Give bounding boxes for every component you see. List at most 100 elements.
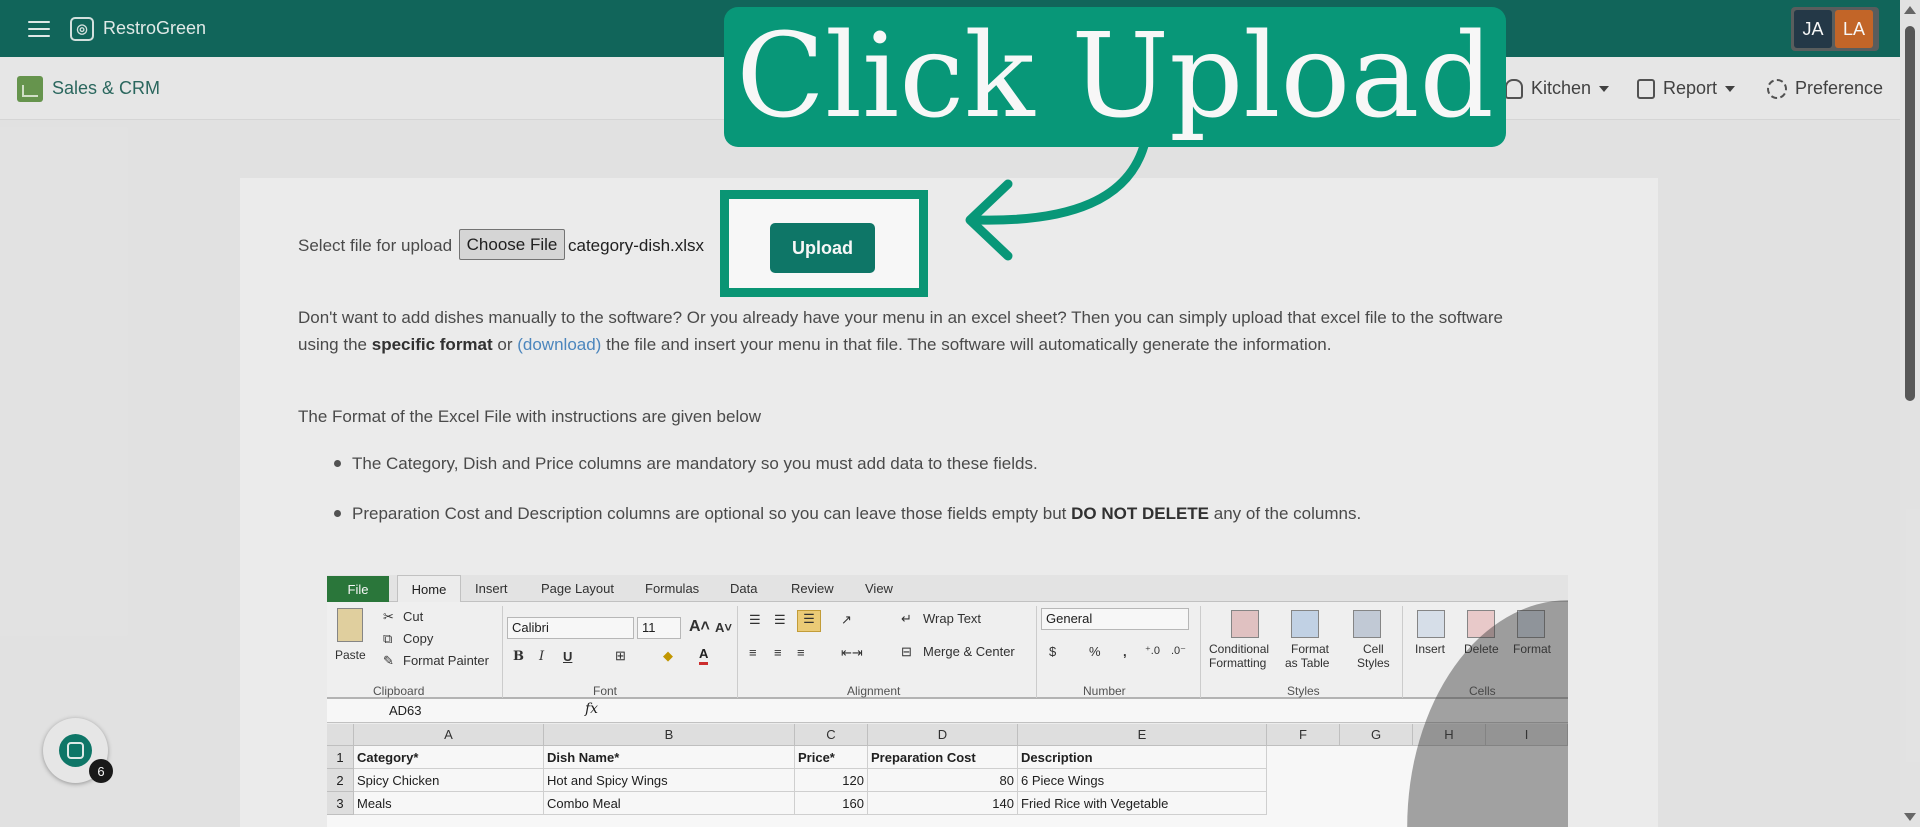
merge-icon: ⊟ (901, 644, 912, 659)
column-header: F (1267, 724, 1340, 746)
font-size-box: 11 (637, 617, 681, 639)
chart-icon (17, 76, 43, 102)
nav-report-label: Report (1663, 78, 1718, 98)
user-avatars[interactable]: JA LA (1791, 7, 1879, 51)
align-left-icon: ≡ (749, 645, 757, 660)
select-file-label: Select file for upload (298, 236, 453, 255)
bold-icon: B (513, 649, 524, 664)
conditional-formatting-icon (1231, 610, 1259, 638)
group-clipboard: Clipboard (373, 684, 425, 698)
fx-icon: fx (585, 701, 599, 717)
group-alignment: Alignment (847, 684, 901, 698)
copy-icon: ⧉ (383, 631, 393, 646)
group-divider (1036, 606, 1037, 698)
excel-tab-page-layout: Page Layout (541, 581, 615, 596)
group-styles: Styles (1287, 684, 1320, 698)
font-name-box: Calibri (507, 617, 634, 639)
bullet-icon (334, 460, 341, 467)
callout-banner: Click Upload (724, 7, 1506, 147)
column-header: B (544, 724, 795, 746)
excel-tab-review: Review (791, 581, 834, 596)
page-scrollbar[interactable] (1900, 0, 1920, 827)
font-color-icon: A (699, 646, 709, 665)
table-cell: Dish Name* (544, 746, 795, 769)
row-header: 1 (327, 746, 354, 769)
merge-center-label: Merge & Center (923, 644, 1015, 659)
cell-styles-icon (1353, 610, 1381, 638)
table-cell: Category* (354, 746, 544, 769)
excel-tab-insert: Insert (475, 581, 508, 596)
column-header: E (1018, 724, 1267, 746)
module-label[interactable]: Sales & CRM (52, 78, 160, 99)
notification-badge: 6 (89, 759, 113, 783)
do-not-delete-text: DO NOT DELETE (1071, 504, 1210, 523)
shrink-font-icon: A˅ (715, 620, 732, 635)
align-middle-icon: ☰ (774, 612, 786, 627)
hamburger-menu-icon[interactable] (28, 20, 50, 37)
format-label: Format (1513, 642, 1552, 656)
group-font: Font (593, 684, 618, 698)
excel-tab-file: File (327, 576, 389, 602)
selected-file-name: category-dish.xlsx (568, 236, 705, 255)
percent-label: % (1089, 644, 1101, 659)
nav-kitchen[interactable]: Kitchen (1505, 78, 1610, 99)
help-logo-icon (59, 734, 92, 767)
table-cell: Meals (354, 792, 544, 815)
increase-decimal-icon: ⁺.0 (1145, 645, 1160, 657)
choose-file-button[interactable]: Choose File (459, 229, 565, 260)
align-bottom-icon: ☰ (797, 610, 821, 632)
brand-name: RestroGreen (103, 18, 207, 38)
avatar[interactable]: JA (1794, 10, 1832, 48)
styles-label: Styles (1357, 656, 1390, 670)
nav-report[interactable]: Report (1637, 78, 1736, 99)
row-header: 2 (327, 769, 354, 792)
wrap-text-icon: ↵ (901, 611, 912, 626)
caret-down-icon (1725, 85, 1736, 92)
scroll-thumb[interactable] (1905, 26, 1915, 401)
table-cell: 120 (795, 769, 868, 792)
intro-line-1: Don't want to add dishes manually to the… (298, 308, 1503, 327)
callout-arrow-icon (965, 140, 1150, 261)
scissors-icon: ✂ (383, 609, 394, 624)
nav-preference[interactable]: Preference (1767, 78, 1883, 99)
intro-text: using the (298, 335, 372, 354)
name-box: AD63 (389, 703, 422, 718)
group-cells: Cells (1469, 684, 1496, 698)
fill-color-icon: ◆ (663, 648, 673, 663)
excel-tab-home: Home (397, 575, 461, 603)
instruction-item: Preparation Cost and Description columns… (352, 500, 1361, 527)
table-cell: Preparation Cost (868, 746, 1018, 769)
group-divider (1402, 606, 1403, 698)
wrap-text-label: Wrap Text (923, 611, 982, 626)
excel-ribbon: Paste ✂ Cut ⧉ Copy ✎ Format Painter Clip… (327, 602, 1568, 699)
insert-cells-icon (1417, 610, 1445, 638)
column-header: G (1340, 724, 1413, 746)
upload-button[interactable]: Upload (770, 223, 875, 273)
conditional-label: Conditional (1209, 642, 1270, 656)
currency-label: $ (1049, 644, 1057, 659)
decrease-decimal-icon: .0⁻ (1171, 645, 1186, 657)
underline-icon: U (563, 649, 573, 664)
column-header: A (354, 724, 544, 746)
download-link[interactable]: (download) (517, 335, 601, 354)
cell-label: Cell (1363, 642, 1384, 656)
instruction-item: The Category, Dish and Price columns are… (352, 454, 1038, 473)
formula-bar: AD63 fx (327, 699, 1568, 723)
paste-icon (337, 608, 363, 642)
table-cell: Price* (795, 746, 868, 769)
paste-label: Paste (335, 648, 366, 662)
scroll-up-icon[interactable] (1904, 6, 1916, 14)
align-top-icon: ☰ (749, 612, 761, 627)
excel-tab-data: Data (730, 581, 758, 596)
avatar[interactable]: LA (1835, 10, 1873, 48)
spreadsheet-grid: A B C D E F G H I 1 Category* Dish Name*… (327, 724, 1568, 827)
borders-icon: ⊞ (615, 648, 626, 663)
align-center-icon: ≡ (774, 645, 782, 660)
nav-kitchen-label: Kitchen (1531, 78, 1592, 98)
scroll-down-icon[interactable] (1904, 813, 1916, 821)
cut-label: Cut (403, 609, 424, 624)
grow-font-icon: A˄ (689, 618, 710, 635)
as-table-label: as Table (1285, 656, 1330, 670)
format-as-table-icon (1291, 610, 1319, 638)
excel-format-preview: File Home Insert Page Layout Formulas Da… (327, 575, 1568, 827)
